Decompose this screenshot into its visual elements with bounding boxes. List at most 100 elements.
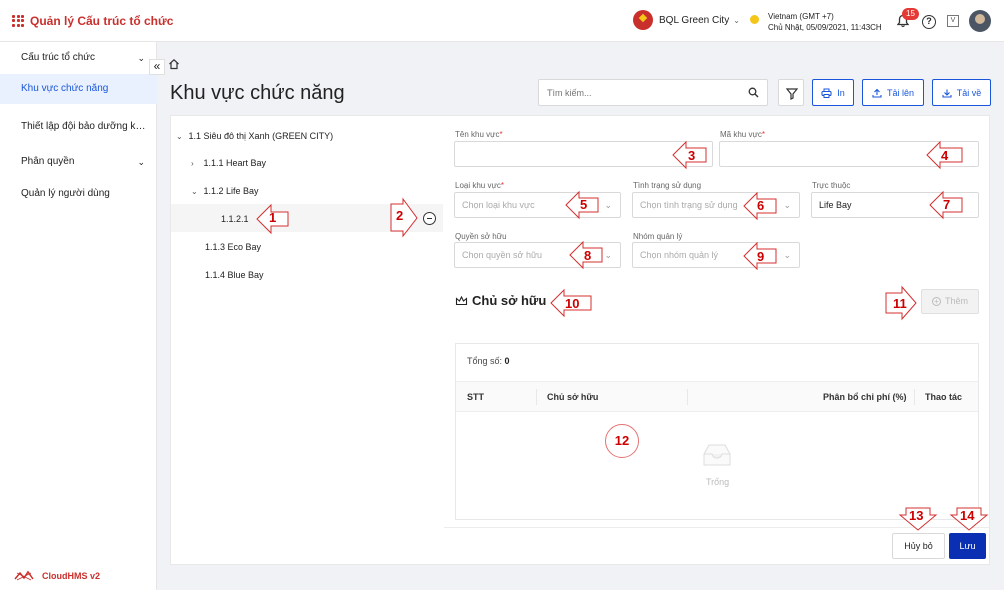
collapse-sidebar-button[interactable]: « bbox=[149, 59, 165, 75]
annotation-14: 14 bbox=[960, 508, 975, 523]
sidebar-item-label: Quản lý người dùng bbox=[21, 188, 110, 199]
area-code-label: Mã khu vực* bbox=[720, 130, 765, 139]
home-icon[interactable] bbox=[168, 58, 180, 70]
area-name-input[interactable] bbox=[454, 141, 713, 167]
app-title[interactable]: Quản lý Cấu trúc tổ chức bbox=[12, 14, 173, 28]
annotation-12: 12 bbox=[605, 424, 639, 458]
annotation-2: 2 bbox=[396, 208, 404, 223]
tree-node-life-bay[interactable]: ⌄ 1.1.2 Life Bay bbox=[191, 186, 259, 196]
parent-value: Life Bay bbox=[819, 200, 852, 210]
footer-divider bbox=[444, 527, 990, 528]
download-button[interactable]: Tải về bbox=[932, 79, 991, 106]
area-type-label: Loại khu vực* bbox=[455, 181, 504, 190]
management-group-select[interactable]: Chọn nhóm quản lý ⌄ bbox=[632, 242, 800, 268]
parent-input[interactable]: Life Bay bbox=[811, 192, 979, 218]
page-title: Khu vực chức năng bbox=[170, 82, 345, 104]
column-header-actions: Thao tác bbox=[925, 392, 963, 402]
tree-node-root[interactable]: ⌄ 1.1 Siêu đô thị Xanh (GREEN CITY) bbox=[176, 131, 333, 141]
sidebar: Cấu trúc tổ chức ⌄ Khu vực chức năng Thi… bbox=[0, 42, 157, 590]
annotation-5: 5 bbox=[580, 197, 588, 212]
app-title-text: Quản lý Cấu trúc tổ chức bbox=[30, 13, 174, 28]
empty-inbox-icon bbox=[703, 444, 731, 466]
search-icon[interactable] bbox=[748, 87, 759, 98]
tree-node-blue-bay[interactable]: 1.1.4 Blue Bay bbox=[205, 270, 264, 280]
chevron-down-icon: ⌄ bbox=[137, 53, 145, 63]
management-group-placeholder: Chọn nhóm quản lý bbox=[640, 250, 719, 260]
management-group-label: Nhóm quản lý bbox=[633, 232, 683, 241]
area-type-select[interactable]: Chọn loại khu vực ⌄ bbox=[454, 192, 621, 218]
printer-icon bbox=[821, 88, 832, 98]
chevron-down-icon[interactable]: ⌄ bbox=[191, 187, 201, 196]
brand-logo: CloudHMS v2 bbox=[14, 570, 100, 582]
crown-icon bbox=[455, 295, 468, 305]
ownership-select[interactable]: Chọn quyền sở hữu ⌄ bbox=[454, 242, 621, 268]
upload-button[interactable]: Tải lên bbox=[862, 79, 924, 106]
sidebar-item-maintenance-team[interactable]: Thiết lập đội bảo dưỡng khu vực bbox=[0, 112, 157, 142]
area-name-label: Tên khu vực* bbox=[455, 130, 503, 139]
chevron-right-icon[interactable]: › bbox=[191, 159, 201, 168]
plus-circle-icon: + bbox=[931, 297, 941, 306]
sidebar-item-label: Phân quyền bbox=[21, 156, 75, 167]
ownership-label: Quyền sở hữu bbox=[455, 232, 507, 241]
area-code-input[interactable] bbox=[719, 141, 979, 167]
org-selector[interactable]: BQL Green City ⌄ bbox=[633, 10, 740, 30]
save-button[interactable]: Lưu bbox=[949, 533, 986, 559]
annotation-10: 10 bbox=[565, 296, 580, 311]
apps-grid-icon[interactable] bbox=[12, 14, 24, 27]
notification-badge: 15 bbox=[902, 8, 919, 20]
table-header: STT Chủ sở hữu Phân bổ chi phí (%) Thao … bbox=[456, 381, 978, 412]
tree-node-1-1-2-1[interactable]: 1.1.2.1 bbox=[221, 214, 249, 224]
tree-node-eco-bay[interactable]: 1.1.3 Eco Bay bbox=[205, 242, 261, 252]
sidebar-item-user-management[interactable]: Quản lý người dùng bbox=[0, 179, 157, 209]
sidebar-item-functional-areas[interactable]: Khu vực chức năng bbox=[0, 74, 157, 104]
chevron-down-icon: ⌄ bbox=[783, 200, 791, 210]
timezone-info: Vietnam (GMT +7) Chủ Nhật, 05/09/2021, 1… bbox=[750, 11, 882, 33]
sidebar-item-label: Khu vực chức năng bbox=[21, 83, 109, 94]
avatar[interactable] bbox=[969, 10, 991, 32]
annotation-1: 1 bbox=[269, 210, 277, 225]
cancel-button[interactable]: Hủy bỏ bbox=[892, 533, 945, 559]
owners-section-title: Chủ sở hữu bbox=[455, 293, 546, 308]
filter-icon bbox=[785, 88, 799, 100]
chevron-down-icon[interactable]: ⌄ bbox=[176, 132, 186, 141]
filter-button[interactable] bbox=[778, 79, 804, 106]
download-label: Tải về bbox=[956, 87, 982, 98]
search-box[interactable] bbox=[538, 79, 768, 106]
annotation-9: 9 bbox=[757, 249, 765, 264]
tree-node-label: 1.1.3 Eco Bay bbox=[205, 242, 262, 252]
column-divider bbox=[536, 389, 537, 405]
search-input[interactable] bbox=[547, 80, 737, 105]
tree-node-label: 1.1 Siêu đô thị Xanh (GREEN CITY) bbox=[188, 131, 334, 141]
annotation-3: 3 bbox=[688, 148, 696, 163]
print-button[interactable]: In bbox=[812, 79, 854, 106]
tree-node-label: 1.1.4 Blue Bay bbox=[205, 270, 264, 280]
help-icon[interactable]: ? bbox=[922, 15, 936, 29]
upload-icon bbox=[872, 88, 882, 98]
timezone-label: Vietnam (GMT +7) bbox=[768, 12, 834, 21]
download-icon bbox=[942, 89, 952, 98]
chevron-down-icon: ⌄ bbox=[604, 200, 612, 210]
remove-node-icon[interactable] bbox=[423, 212, 436, 225]
top-bar: Quản lý Cấu trúc tổ chức BQL Green City … bbox=[0, 0, 1004, 42]
chevron-down-icon: ⌄ bbox=[604, 250, 612, 260]
upload-label: Tải lên bbox=[886, 87, 914, 98]
box-icon[interactable]: V bbox=[947, 15, 959, 27]
annotation-6: 6 bbox=[757, 198, 765, 213]
total-count: Tổng số: 0 bbox=[467, 356, 510, 366]
annotation-4: 4 bbox=[941, 148, 949, 163]
sidebar-item-org-structure[interactable]: Cấu trúc tổ chức ⌄ bbox=[0, 43, 157, 73]
column-header-cost-allocation: Phân bổ chi phí (%) bbox=[823, 392, 907, 402]
chevron-down-icon: ⌄ bbox=[137, 157, 145, 167]
tree-node-heart-bay[interactable]: › 1.1.1 Heart Bay bbox=[191, 158, 266, 168]
datetime-label: Chủ Nhật, 05/09/2021, 11:43CH bbox=[768, 23, 882, 32]
column-header-stt: STT bbox=[467, 392, 484, 402]
sidebar-item-permissions[interactable]: Phân quyền ⌄ bbox=[0, 147, 157, 177]
annotation-8: 8 bbox=[584, 248, 592, 263]
add-owner-button[interactable]: + Thêm bbox=[921, 289, 979, 314]
usage-status-select[interactable]: Chọn tình trạng sử dụng ⌄ bbox=[632, 192, 800, 218]
annotation-7: 7 bbox=[943, 197, 951, 212]
parent-label: Trực thuộc bbox=[812, 181, 851, 190]
column-divider bbox=[914, 389, 915, 405]
usage-status-label: Tình trạng sử dụng bbox=[633, 181, 702, 190]
org-name: BQL Green City bbox=[659, 14, 730, 26]
